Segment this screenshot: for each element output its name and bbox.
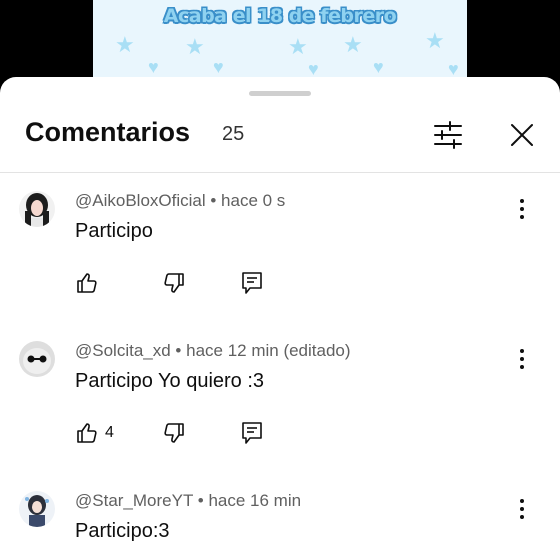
heart-decoration: ♥	[213, 57, 224, 77]
more-vert-icon	[520, 499, 524, 519]
dislike-icon	[164, 273, 184, 293]
like-count: 4	[105, 424, 114, 441]
comment-time: hace 0 s	[221, 191, 286, 210]
comment-meta: @Solcita_xd • hace 12 min (editado)	[75, 341, 351, 360]
avatar-image	[19, 341, 55, 377]
comment-time: hace 16 min	[208, 491, 302, 510]
star-decoration: ★	[115, 32, 135, 57]
heart-decoration: ♥	[373, 57, 384, 77]
comment-text: Participo Yo quiero :3	[75, 370, 265, 392]
avatar[interactable]	[19, 341, 55, 377]
reply-icon	[242, 422, 262, 444]
more-button[interactable]	[512, 195, 532, 223]
comment-author[interactable]: @Star_MoreYT	[75, 491, 193, 510]
like-button[interactable]: 4	[75, 421, 114, 445]
comment-time: hace 12 min (editado)	[186, 341, 351, 360]
more-button[interactable]	[512, 345, 532, 373]
comment-count: 25	[222, 123, 245, 145]
star-decoration: ★	[185, 34, 205, 59]
like-icon	[77, 273, 97, 293]
comment-author[interactable]: @Solcita_xd	[75, 341, 171, 360]
dislike-button[interactable]	[162, 421, 186, 445]
comments-sheet: Comentarios 25 @AikoBloxOficial • hace 0…	[0, 77, 560, 560]
filter-icon	[434, 121, 462, 149]
banner-text: Acaba el 18 de febrero	[163, 5, 397, 27]
avatar-image	[19, 191, 55, 227]
star-decoration: ★	[288, 34, 308, 59]
heart-decoration: ♥	[148, 57, 159, 77]
heart-decoration: ♥	[308, 59, 319, 79]
dislike-button[interactable]	[162, 271, 186, 295]
close-icon	[511, 124, 533, 146]
more-vert-icon	[520, 199, 524, 219]
avatar[interactable]	[19, 491, 55, 527]
header-divider	[0, 172, 560, 173]
reply-icon	[242, 272, 262, 294]
star-decoration: ★	[343, 32, 363, 57]
comment-meta: @Star_MoreYT • hace 16 min	[75, 491, 302, 510]
comment-text: Participo	[75, 220, 153, 242]
comment-meta: @AikoBloxOficial • hace 0 s	[75, 191, 286, 210]
more-button[interactable]	[512, 495, 532, 523]
like-icon	[77, 423, 97, 443]
more-vert-icon	[520, 349, 524, 369]
avatar[interactable]	[19, 191, 55, 227]
close-button[interactable]	[506, 119, 538, 151]
drag-handle[interactable]	[249, 91, 311, 96]
heart-decoration: ♥	[448, 59, 459, 79]
comment-text: Participo:3	[75, 520, 170, 542]
star-decoration: ★	[425, 28, 445, 53]
avatar-image	[19, 491, 55, 527]
like-button[interactable]	[75, 271, 105, 295]
reply-button[interactable]	[241, 421, 263, 445]
filter-button[interactable]	[430, 119, 466, 151]
reply-button[interactable]	[241, 271, 263, 295]
comment-author[interactable]: @AikoBloxOficial	[75, 191, 206, 210]
sheet-title: Comentarios	[25, 117, 191, 147]
dislike-icon	[164, 423, 184, 443]
